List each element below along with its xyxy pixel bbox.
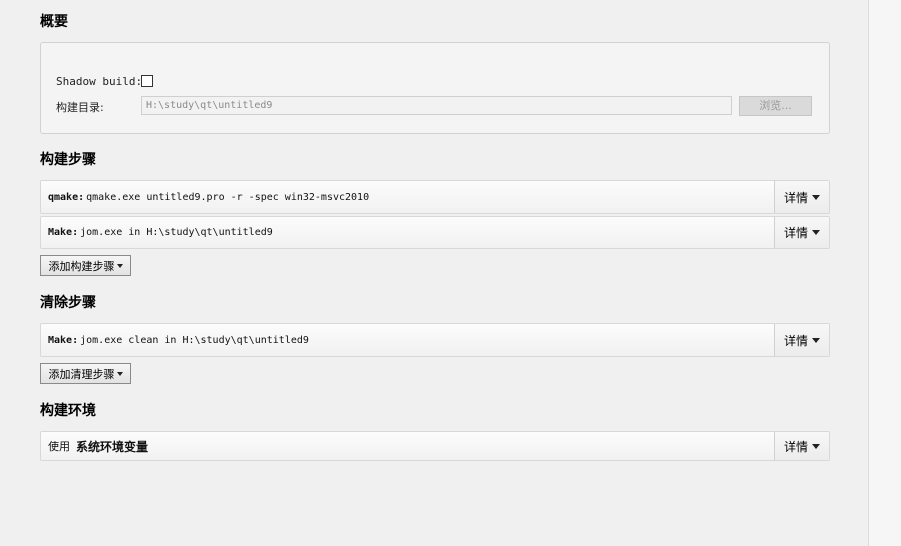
chevron-down-icon — [116, 371, 123, 376]
build-dir-input[interactable]: H:\study\qt\untitled9 — [141, 96, 732, 115]
step-detail: jom.exe clean in H:\study\qt\untitled9 — [80, 334, 309, 346]
details-button[interactable]: 详情 — [774, 181, 829, 213]
add-clean-step-label: 添加清理步骤 — [48, 367, 115, 381]
chevron-down-icon — [812, 443, 820, 449]
chevron-down-icon — [812, 230, 820, 235]
build-dir-label: 构建目录: — [56, 101, 104, 114]
details-button[interactable]: 详情 — [774, 432, 829, 460]
step-detail: jom.exe in H:\study\qt\untitled9 — [80, 227, 273, 238]
build-step-qmake: qmake: qmake.exe untitled9.pro -r -spec … — [40, 180, 830, 214]
build-steps-title: 构建步骤 — [40, 152, 96, 168]
build-env-title: 构建环境 — [40, 403, 96, 419]
build-env-prefix: 使用 — [48, 440, 70, 453]
right-panel-strip — [868, 0, 901, 546]
step-detail: qmake.exe untitled9.pro -r -spec win32-m… — [86, 191, 370, 203]
overview-panel — [40, 42, 830, 134]
step-name: Make: — [48, 227, 79, 238]
browse-button[interactable]: 浏览... — [739, 96, 812, 116]
clean-steps-title: 清除步骤 — [40, 295, 96, 311]
step-name: qmake: — [48, 191, 85, 203]
build-env-row: 使用 系统环境变量 详情 — [40, 431, 830, 461]
shadow-build-label: Shadow build: — [56, 75, 143, 88]
chevron-down-icon — [812, 337, 820, 343]
shadow-build-checkbox[interactable] — [141, 75, 153, 87]
step-name: Make: — [48, 334, 79, 346]
build-env-value: 系统环境变量 — [76, 439, 149, 454]
details-button[interactable]: 详情 — [774, 324, 829, 356]
overview-title: 概要 — [40, 14, 68, 30]
add-build-step-button[interactable]: 添加构建步骤 — [40, 255, 131, 276]
details-label: 详情 — [783, 226, 808, 240]
chevron-down-icon — [812, 194, 820, 200]
details-label: 详情 — [783, 190, 808, 205]
clean-step-make: Make: jom.exe clean in H:\study\qt\untit… — [40, 323, 830, 357]
add-build-step-label: 添加构建步骤 — [48, 259, 115, 273]
details-label: 详情 — [783, 439, 808, 454]
add-clean-step-button[interactable]: 添加清理步骤 — [40, 363, 131, 384]
details-label: 详情 — [783, 333, 808, 348]
chevron-down-icon — [116, 263, 123, 268]
build-step-make: Make: jom.exe in H:\study\qt\untitled9 详… — [40, 216, 830, 249]
details-button[interactable]: 详情 — [774, 217, 829, 248]
